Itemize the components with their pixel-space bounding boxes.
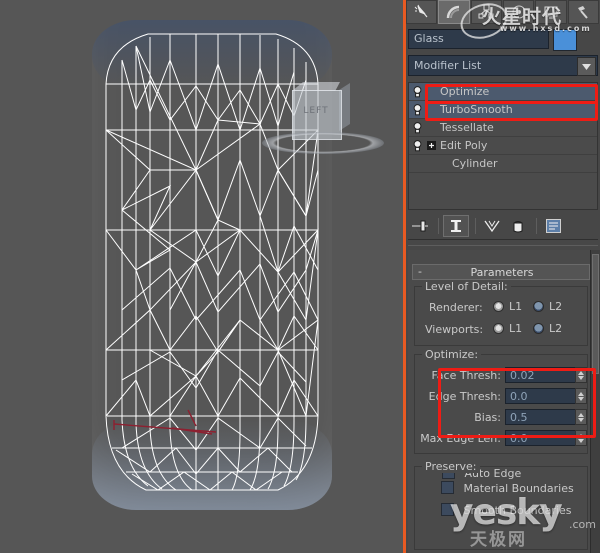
application-window: LEFT Glass Modifier List Optimize TurboS…	[0, 0, 600, 553]
stack-item-tessellate[interactable]: Tessellate	[409, 119, 597, 137]
max-edge-len-input[interactable]: 0.0	[505, 430, 579, 446]
monitor-icon	[543, 4, 559, 20]
object-name-row: Glass	[408, 29, 598, 51]
panel-scrollbar-thumb[interactable]	[592, 254, 599, 374]
face-thresh-spinner[interactable]	[575, 367, 587, 383]
hierarchy-tab[interactable]	[470, 0, 502, 24]
preserve-group-label: Preserve:	[422, 460, 480, 473]
viewports-l1-label: L1	[509, 322, 523, 335]
renderer-l2-radio[interactable]	[533, 300, 544, 313]
bias-text: Bias:	[474, 411, 501, 424]
parameters-rollout: - Parameters Level of Detail: Renderer: …	[408, 250, 598, 553]
toolbar-divider	[536, 218, 537, 234]
max-edge-len-spinner[interactable]	[575, 430, 587, 446]
panel-scrollbar[interactable]	[590, 250, 600, 553]
level-of-detail-label: Level of Detail:	[422, 280, 511, 293]
lightbulb-icon[interactable]	[409, 121, 425, 134]
viewports-lod-label: Viewports:	[425, 323, 484, 336]
viewcube-label: LEFT	[303, 106, 329, 116]
level-of-detail-group: Level of Detail: Renderer: L1 L2 Viewpor…	[414, 280, 588, 346]
toolbar-divider	[438, 218, 439, 234]
configure-sets-button[interactable]	[541, 216, 565, 236]
motion-tab[interactable]	[502, 0, 535, 24]
material-boundaries-label: Material Boundaries	[463, 482, 574, 495]
modifier-list-dropdown[interactable]: Modifier List	[408, 55, 598, 76]
object-color-swatch[interactable]	[553, 29, 577, 51]
material-boundaries-checkbox-row[interactable]: Material Boundaries	[441, 481, 574, 495]
smooth-boundaries-checkbox-row[interactable]: Smooth Boundaries	[441, 503, 571, 517]
modifier-stack-toolbar	[408, 214, 598, 238]
radio-off-icon[interactable]	[533, 301, 544, 312]
make-unique-button[interactable]	[480, 216, 504, 236]
stack-item-cylinder[interactable]: Cylinder	[409, 155, 597, 173]
rollout-header[interactable]: - Parameters	[412, 264, 590, 280]
preserve-group: Preserve: Material Boundaries Smooth Bou…	[414, 460, 588, 550]
expand-plus-icon[interactable]	[425, 141, 438, 150]
optimize-group-label: Optimize:	[422, 348, 482, 361]
viewports-l1-radio[interactable]	[493, 322, 504, 335]
hierarchy-icon	[478, 4, 494, 20]
hammer-icon	[575, 4, 591, 20]
star-arrow-icon	[414, 4, 430, 20]
smooth-boundaries-label: Smooth Boundaries	[463, 504, 572, 517]
bias-input[interactable]: 0.5	[505, 409, 579, 425]
edge-thresh-spinner[interactable]	[575, 388, 587, 404]
modify-tab[interactable]	[438, 0, 470, 24]
command-panel-tabs	[406, 0, 600, 24]
radio-on-icon[interactable]	[493, 323, 504, 334]
radio-on-icon[interactable]	[493, 301, 504, 312]
viewports-l2-radio[interactable]	[533, 322, 544, 335]
bias-spinner[interactable]	[575, 409, 587, 425]
stack-item-label: Optimize	[440, 85, 490, 98]
stack-item-turbosmooth[interactable]: TurboSmooth	[409, 101, 597, 119]
chevron-down-icon[interactable]	[577, 57, 596, 76]
checkbox-icon[interactable]	[441, 481, 454, 494]
radio-off-icon[interactable]	[533, 323, 544, 334]
stack-item-label: Tessellate	[440, 121, 494, 134]
remove-modifier-button[interactable]	[506, 216, 530, 236]
viewcube-compass-ring[interactable]	[262, 132, 384, 154]
stack-item-label: Edit Poly	[440, 139, 488, 152]
viewcube[interactable]: LEFT	[262, 82, 384, 154]
stack-item-edit-poly[interactable]: Edit Poly	[409, 137, 597, 155]
checkbox-icon[interactable]	[441, 503, 454, 516]
display-tab[interactable]	[535, 0, 567, 24]
max-edge-len-text: Max Edge Len:	[420, 432, 501, 445]
rollout-title: Parameters	[470, 266, 534, 279]
panel-divider	[408, 239, 598, 246]
edge-thresh-text: Edge Thresh:	[428, 390, 501, 403]
lightbulb-icon[interactable]	[409, 139, 425, 152]
optimize-group: Optimize: Face Thresh: 0.02 Edge Thresh:…	[414, 348, 588, 454]
edge-thresh-input[interactable]: 0.0	[505, 388, 579, 404]
stack-item-label: Cylinder	[452, 157, 498, 170]
show-end-result-button[interactable]	[443, 215, 469, 237]
renderer-l1-label: L1	[509, 300, 523, 313]
command-panel: Glass Modifier List Optimize TurboSmooth…	[406, 0, 600, 553]
modifier-stack[interactable]: Optimize TurboSmooth Tessellate Edit Pol…	[408, 82, 598, 210]
wheel-icon	[511, 4, 527, 20]
toolbar-divider	[475, 218, 476, 234]
pin-stack-button[interactable]	[408, 216, 432, 236]
renderer-lod-label: Renderer:	[429, 301, 483, 314]
object-name-field[interactable]: Glass	[408, 29, 549, 49]
lightbulb-icon[interactable]	[409, 103, 425, 116]
arc-bend-icon	[446, 4, 462, 20]
create-tab[interactable]	[406, 0, 438, 24]
renderer-l2-label: L2	[549, 300, 563, 313]
viewport[interactable]: LEFT	[0, 0, 406, 553]
face-thresh-text: Face Thresh:	[431, 369, 501, 382]
face-thresh-input[interactable]: 0.02	[505, 367, 579, 383]
stack-item-label: TurboSmooth	[440, 103, 513, 116]
lightbulb-icon[interactable]	[409, 85, 425, 98]
stack-item-optimize[interactable]: Optimize	[409, 83, 597, 101]
modifier-list-label: Modifier List	[414, 59, 482, 72]
renderer-l1-radio[interactable]	[493, 300, 504, 313]
utilities-tab[interactable]	[567, 0, 599, 24]
viewports-l2-label: L2	[549, 322, 563, 335]
